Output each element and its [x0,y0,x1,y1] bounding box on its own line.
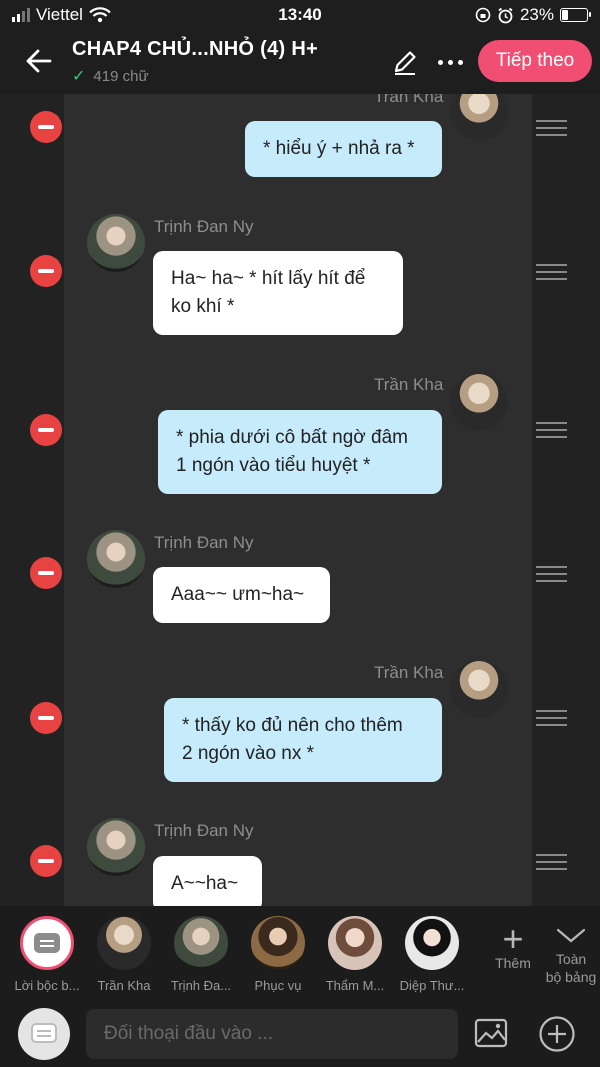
chevron-down-icon [556,928,586,943]
remove-message-button[interactable] [30,845,62,877]
speaker-name: Trịnh Đan Ny [154,821,254,840]
message-text: Aaa~~ ưm~ha~ [171,584,305,605]
word-count-label: 419 chữ [93,67,149,85]
drag-handle-icon[interactable] [536,264,567,280]
drag-handle-icon[interactable] [536,422,567,438]
remove-message-button[interactable] [30,557,62,589]
add-circle-icon[interactable] [538,1015,576,1053]
avatar [450,660,508,718]
check-icon: ✓ [72,68,86,85]
image-icon[interactable] [474,1018,508,1048]
battery-icon [560,8,591,22]
message-bubble[interactable]: * thấy ko đủ nên cho thêm 2 ngón vào nx … [164,698,442,782]
message-text: 1 ngón vào tiểu huyệt * [176,455,371,476]
message-text: A~~ha~ [171,873,239,894]
character-phuc-vu[interactable]: Phục vụ [240,916,316,993]
speaker-name: Trần Kha [374,94,444,106]
character-label: Phục vụ [254,978,302,993]
character-trinh-dan-ny[interactable]: Trịnh Đa... [163,916,239,993]
avatar [328,916,382,970]
character-label: Lời bộc b... [14,978,80,993]
character-label: Diệp Thư... [399,978,465,993]
drag-handle-icon[interactable] [536,566,567,582]
show-all-label-2: bộ bảng [545,969,597,985]
add-label: Thêm [495,955,531,971]
show-all-button[interactable]: Toàn bộ bảng [540,924,600,986]
narration-toggle-button[interactable] [18,1008,70,1060]
character-picker: Lời bộc b... Trần Kha Trịnh Đa... Phục v… [0,906,600,1001]
message-text: * hiểu ý + nhả ra * [263,138,415,159]
avatar [87,530,145,588]
drag-handle-icon[interactable] [536,120,567,136]
chat-panel [64,94,532,906]
character-tham-m[interactable]: Thẩm M... [317,916,393,993]
narration-icon [20,916,74,970]
back-arrow-icon[interactable] [22,44,56,78]
status-bar: Viettel 13:40 23% [0,0,600,32]
character-label: Trịnh Đa... [170,978,232,993]
remove-message-button[interactable] [30,414,62,446]
drag-handle-icon[interactable] [536,710,567,726]
message-text: 2 ngón vào nx * [182,743,315,764]
remove-message-button[interactable] [30,255,62,287]
speaker-name: Trịnh Đan Ny [154,217,254,236]
next-button[interactable]: Tiếp theo [478,40,592,82]
speaker-name: Trần Kha [374,375,444,394]
show-all-label-1: Toàn [555,951,587,967]
speaker-name: Trịnh Đan Ny [154,533,254,552]
avatar [97,916,151,970]
speaker-name: Trần Kha [374,663,444,682]
remove-message-button[interactable] [30,111,62,143]
alarm-icon [498,7,513,23]
status-right: 23% [475,5,591,25]
editor-header: CHAP4 CHỦ...NHỎ (4) H+ ✓ 419 chữ Tiếp th… [0,32,600,94]
character-narration[interactable]: Lời bộc b... [9,916,85,993]
message-text: * phia dưới cô bất ngờ đâm [176,427,408,448]
more-options-icon[interactable] [432,48,468,76]
message-bubble[interactable]: * phia dưới cô bất ngờ đâm 1 ngón vào ti… [158,410,442,494]
add-character-button[interactable]: + Thêm [490,918,536,972]
dialogue-input[interactable] [86,1009,458,1059]
character-tran-kha[interactable]: Trần Kha [86,916,162,993]
message-bubble[interactable]: Aaa~~ ưm~ha~ [153,567,330,623]
drag-handle-icon[interactable] [536,854,567,870]
message-text: Ha~ ha~ * hít lấy hít để [171,268,366,289]
avatar [174,916,228,970]
avatar [450,373,508,431]
avatar [87,214,145,272]
pencil-icon[interactable] [391,48,419,76]
remove-message-button[interactable] [30,702,62,734]
message-text: ko khí * [171,296,235,317]
message-text: * thấy ko đủ nên cho thêm [182,715,403,736]
word-count: ✓ 419 chữ [72,66,148,86]
battery-percent: 23% [519,5,554,24]
character-label: Thẩm M... [325,978,385,993]
chapter-title[interactable]: CHAP4 CHỦ...NHỎ (4) H+ [72,38,318,61]
message-bubble[interactable]: A~~ha~ [153,856,262,906]
plus-icon: + [502,918,524,959]
character-label: Trần Kha [97,978,151,993]
avatar [251,916,305,970]
chat-area: Trần Kha * hiểu ý + nhả ra * Trịnh Đan N… [0,94,600,906]
avatar [87,818,145,876]
input-bar [0,1001,600,1067]
message-bubble[interactable]: * hiểu ý + nhả ra * [245,121,442,177]
rotation-lock-icon [475,7,491,23]
message-bubble[interactable]: Ha~ ha~ * hít lấy hít để ko khí * [153,251,403,335]
character-diep-thu[interactable]: Diệp Thư... [394,916,470,993]
avatar [405,916,459,970]
